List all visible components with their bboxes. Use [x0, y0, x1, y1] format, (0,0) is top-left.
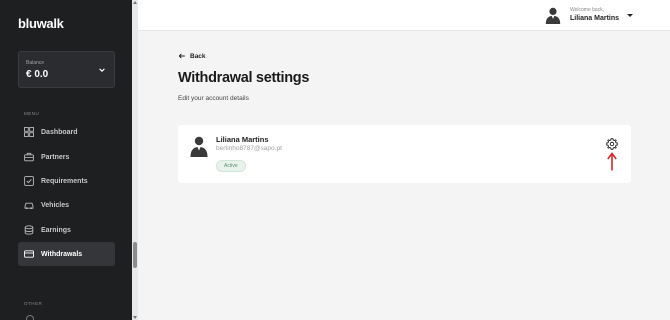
sidebar-scrollbar[interactable] — [132, 0, 138, 320]
caret-down-icon[interactable] — [627, 14, 633, 17]
avatar[interactable] — [544, 6, 562, 24]
briefcase-icon — [24, 152, 34, 162]
sidebar-item-earnings[interactable]: Earnings — [18, 218, 115, 242]
user-name[interactable]: Liliana Martins — [570, 15, 619, 22]
account-email: bertinho8787@sapo.pt — [216, 145, 282, 152]
coins-icon — [24, 225, 34, 235]
arrow-left-icon — [178, 53, 185, 59]
menu-heading: MENU — [24, 111, 40, 116]
back-link[interactable]: Back — [178, 52, 206, 60]
balance-amount: 0.0 — [34, 69, 49, 80]
account-card: Liliana Martins bertinho8787@sapo.pt Act… — [178, 125, 631, 183]
balance-label: Balance — [26, 60, 45, 66]
sidebar-item-label: Dashboard — [41, 128, 78, 136]
sidebar-item-label: Withdrawals — [41, 250, 83, 258]
page-title: Withdrawal settings — [178, 70, 310, 86]
avatar — [190, 136, 208, 157]
welcome-text: Welcome back, — [570, 7, 605, 13]
chevron-down-icon[interactable] — [98, 66, 106, 74]
grid-icon — [24, 127, 34, 137]
sidebar-item-label: Partners — [41, 153, 70, 161]
sidebar: bluwalk Balance € 0.0 MENU Dashboard Par… — [0, 0, 132, 320]
account-name: Liliana Martins — [216, 135, 269, 144]
arrow-up-icon — [607, 152, 617, 171]
sidebar-item-label: Vehicles — [41, 201, 70, 209]
sidebar-item-label: Requirements — [41, 177, 88, 185]
logo[interactable]: bluwalk — [18, 16, 64, 31]
scroll-thumb[interactable] — [133, 242, 137, 268]
back-label: Back — [190, 52, 206, 60]
status-badge-label: Active — [224, 163, 238, 169]
sidebar-item-requirements[interactable]: Requirements — [18, 169, 115, 193]
scroll-down-icon[interactable] — [133, 316, 137, 319]
gear-icon[interactable] — [606, 138, 618, 150]
sidebar-item-withdrawals[interactable]: Withdrawals — [18, 242, 115, 266]
balance-currency: € — [26, 69, 32, 80]
card-icon — [24, 250, 34, 258]
sidebar-item-partners[interactable]: Partners — [18, 145, 115, 169]
partial-nav-icon — [26, 315, 34, 320]
other-heading: OTHER — [24, 301, 43, 306]
car-icon — [24, 202, 34, 210]
sidebar-item-vehicles[interactable]: Vehicles — [18, 193, 115, 217]
page-subtitle: Edit your account details — [178, 95, 249, 102]
checklist-icon — [24, 176, 34, 186]
balance-card[interactable]: Balance € 0.0 — [18, 51, 115, 88]
sidebar-item-label: Earnings — [41, 226, 71, 234]
sidebar-item-dashboard[interactable]: Dashboard — [18, 120, 115, 144]
status-badge: Active — [216, 160, 246, 172]
balance-value: € 0.0 — [26, 69, 48, 80]
scroll-up-icon[interactable] — [133, 1, 137, 4]
top-bar: Welcome back, Liliana Martins — [138, 0, 670, 31]
